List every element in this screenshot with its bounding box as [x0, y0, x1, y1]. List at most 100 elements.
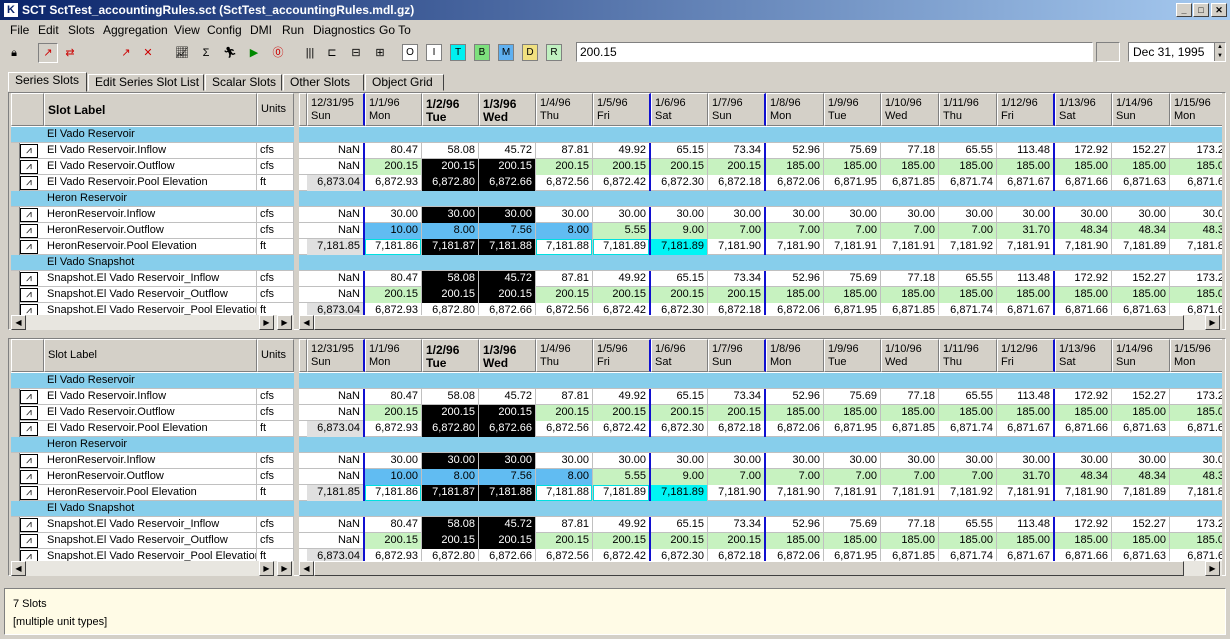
value-cell[interactable]: 200.15: [365, 405, 422, 421]
value-cell[interactable]: 30.00: [365, 453, 422, 469]
date-column-header[interactable]: 1/5/96 Fri: [593, 93, 651, 126]
value-cell[interactable]: 30.00: [479, 207, 536, 223]
value-cell[interactable]: 30.00: [708, 207, 766, 223]
value-cell[interactable]: 6,872.80: [422, 303, 479, 315]
value-cell[interactable]: 58.08: [422, 517, 479, 533]
value-cell[interactable]: 6,871.74: [939, 175, 997, 191]
value-cell[interactable]: 7,181.87: [422, 485, 479, 501]
date-column-header[interactable]: 1/3/96 Wed: [479, 93, 536, 126]
value-cell[interactable]: 6,872.30: [651, 303, 708, 315]
value-cell[interactable]: 6,872.56: [536, 303, 593, 315]
tab-edit-series-slot-list[interactable]: Edit Series Slot List: [88, 74, 204, 91]
value-cell[interactable]: 200.15: [365, 159, 422, 175]
maximize-button[interactable]: □: [1193, 3, 1209, 17]
value-cell[interactable]: 200.15: [422, 159, 479, 175]
value-cell[interactable]: 6,872.56: [536, 549, 593, 561]
row-selector[interactable]: [11, 239, 20, 255]
value-cell[interactable]: 80.47: [365, 271, 422, 287]
value-cell[interactable]: 49.92: [593, 143, 651, 159]
value-cell[interactable]: 10.00: [365, 223, 422, 239]
value-cell[interactable]: 200.15: [651, 405, 708, 421]
plot-icon[interactable]: 📈︎: [172, 43, 192, 63]
value-cell[interactable]: 200.15: [651, 533, 708, 549]
value-cell[interactable]: 52.96: [766, 517, 824, 533]
value-cell[interactable]: 185.0: [1170, 159, 1222, 175]
value-cell[interactable]: 30.00: [708, 453, 766, 469]
value-cell[interactable]: 7.00: [881, 223, 939, 239]
value-cell[interactable]: 58.08: [422, 389, 479, 405]
value-cell[interactable]: 185.00: [881, 287, 939, 303]
value-cell[interactable]: 7,181.8: [1170, 485, 1222, 501]
value-cell[interactable]: 185.00: [1055, 287, 1112, 303]
slot-row[interactable]: ⩘ HeronReservoir.Pool Elevation ft: [11, 485, 294, 501]
lock-icon[interactable]: 🔒︎: [4, 43, 24, 63]
slot-row[interactable]: ⩘ Snapshot.El Vado Reservoir_Inflow cfs: [11, 271, 294, 287]
scroll-left-button[interactable]: ◀: [11, 561, 26, 576]
value-cell[interactable]: 6,872.06: [766, 175, 824, 191]
value-cell[interactable]: 45.72: [479, 517, 536, 533]
series-slot-icon[interactable]: ⩘: [20, 176, 38, 190]
value-cell[interactable]: NaN: [307, 389, 365, 405]
group-header-row[interactable]: El Vado Reservoir: [11, 373, 294, 389]
accounting-mode-icon[interactable]: ↗: [38, 43, 58, 63]
value-cell[interactable]: 7,181.92: [939, 485, 997, 501]
date-column-header[interactable]: 12/31/95 Sun: [307, 339, 365, 372]
value-cell[interactable]: 6,871.95: [824, 549, 881, 561]
value-cell[interactable]: 8.00: [536, 223, 593, 239]
value-cell[interactable]: 200.15: [651, 159, 708, 175]
value-cell[interactable]: 65.15: [651, 271, 708, 287]
scroll-end-button[interactable]: ▶: [277, 315, 292, 330]
value-cell[interactable]: 7,181.8: [1170, 239, 1222, 255]
value-cell[interactable]: 7.00: [881, 469, 939, 485]
slot-label-header[interactable]: Slot Label: [44, 93, 257, 126]
value-cell[interactable]: 30.00: [939, 207, 997, 223]
slot-row[interactable]: ⩘ El Vado Reservoir.Pool Elevation ft: [11, 421, 294, 437]
value-cell[interactable]: 52.96: [766, 389, 824, 405]
scroll-right-button[interactable]: ▶: [259, 561, 274, 576]
value-cell[interactable]: 7,181.90: [766, 239, 824, 255]
value-cell[interactable]: 73.34: [708, 517, 766, 533]
row-selector[interactable]: [11, 287, 20, 303]
value-cell[interactable]: 173.2: [1170, 389, 1222, 405]
value-cell[interactable]: 6,871.63: [1112, 303, 1170, 315]
tab-object-grid[interactable]: Object Grid: [365, 74, 444, 91]
value-cell[interactable]: 6,873.04: [307, 549, 365, 561]
value-cell[interactable]: 7,181.88: [479, 239, 536, 255]
value-cell[interactable]: 65.55: [939, 143, 997, 159]
value-cell[interactable]: 172.92: [1055, 517, 1112, 533]
value-cell[interactable]: 6,872.93: [365, 303, 422, 315]
value-cell[interactable]: 6,871.6: [1170, 175, 1222, 191]
slot-label[interactable]: HeronReservoir.Inflow: [44, 453, 257, 469]
value-cell[interactable]: 6,872.30: [651, 175, 708, 191]
series-slot-icon[interactable]: ⩘: [20, 422, 38, 436]
value-cell[interactable]: 6,871.66: [1055, 175, 1112, 191]
group-header-row[interactable]: El Vado Reservoir: [11, 127, 294, 143]
value-cell[interactable]: 30.00: [1112, 207, 1170, 223]
value-cell[interactable]: 6,871.66: [1055, 421, 1112, 437]
value-cell[interactable]: 6,871.95: [824, 175, 881, 191]
value-cell[interactable]: 6,872.80: [422, 421, 479, 437]
value-cell[interactable]: 200.15: [536, 405, 593, 421]
series-slot-icon[interactable]: ⩘: [20, 454, 38, 468]
value-cell[interactable]: 185.00: [1112, 159, 1170, 175]
slot-label[interactable]: HeronReservoir.Outflow: [44, 469, 257, 485]
value-cell[interactable]: 87.81: [536, 389, 593, 405]
date-column-header[interactable]: 1/15/96 Mon: [1170, 339, 1222, 372]
value-cell[interactable]: 30.0: [1170, 207, 1222, 223]
series-slot-icon[interactable]: ⩘: [20, 272, 38, 286]
value-cell[interactable]: 30.00: [1055, 453, 1112, 469]
value-cell[interactable]: 30.00: [593, 453, 651, 469]
value-cell[interactable]: 8.00: [536, 469, 593, 485]
value-cell[interactable]: 6,872.66: [479, 175, 536, 191]
value-cell[interactable]: 7,181.91: [997, 485, 1055, 501]
date-column-header[interactable]: 1/2/96 Tue: [422, 93, 479, 126]
date-column-header[interactable]: 1/13/96 Sat: [1055, 93, 1112, 126]
value-cell[interactable]: 185.00: [1055, 405, 1112, 421]
value-cell[interactable]: 6,873.04: [307, 421, 365, 437]
value-cell[interactable]: 185.00: [881, 159, 939, 175]
value-cell[interactable]: 6,872.30: [651, 421, 708, 437]
value-cell[interactable]: 30.00: [824, 453, 881, 469]
value-cell[interactable]: 48.34: [1112, 223, 1170, 239]
value-cell[interactable]: 6,871.85: [881, 175, 939, 191]
value-cell[interactable]: 173.2: [1170, 271, 1222, 287]
